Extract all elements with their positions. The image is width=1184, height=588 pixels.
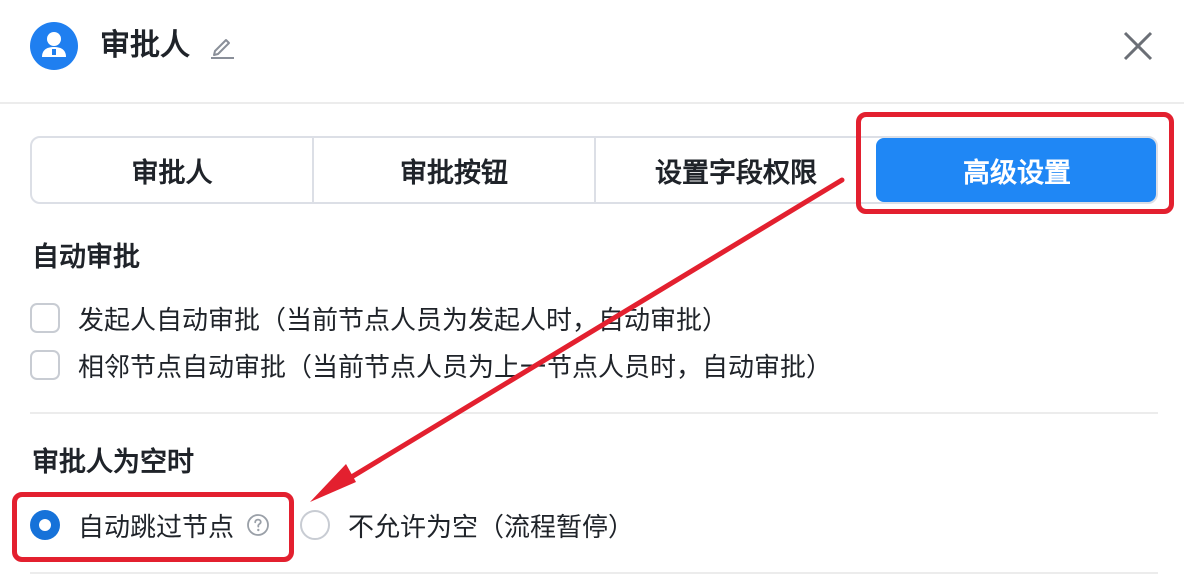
auto-approve-title: 自动审批: [32, 242, 140, 273]
tab-field-permissions[interactable]: 设置字段权限: [596, 138, 876, 202]
adjacent-auto-approve-label: 相邻节点自动审批（当前节点人员为上一节点人员时，自动审批）: [78, 352, 833, 383]
page-title: 审批人: [100, 28, 190, 63]
drawer-header: 审批人: [0, 0, 1184, 104]
initiator-auto-approve-label: 发起人自动审批（当前节点人员为发起人时，自动审批）: [78, 305, 729, 336]
pencil-icon[interactable]: [208, 32, 236, 60]
adjacent-auto-approve-option[interactable]: 相邻节点自动审批（当前节点人员为上一节点人员时，自动审批）: [30, 345, 832, 385]
initiator-auto-approve-checkbox[interactable]: [30, 303, 60, 333]
empty-approver-title: 审批人为空时: [32, 447, 194, 478]
section-divider: [30, 412, 1158, 414]
tab-approve-buttons[interactable]: 审批按钮: [314, 138, 596, 202]
not-allow-empty-label: 不允许为空（流程暂停）: [348, 512, 635, 543]
tab-approver[interactable]: 审批人: [32, 138, 314, 202]
initiator-auto-approve-option[interactable]: 发起人自动审批（当前节点人员为发起人时，自动审批）: [30, 298, 728, 338]
not-allow-empty-radio[interactable]: [300, 510, 330, 540]
adjacent-auto-approve-checkbox[interactable]: [30, 350, 60, 380]
user-circle-icon: [30, 22, 78, 70]
bottom-divider: [30, 572, 1158, 574]
not-allow-empty-option[interactable]: 不允许为空（流程暂停）: [300, 503, 634, 547]
annotation-box-auto-skip: [12, 492, 294, 562]
close-icon[interactable]: [1120, 28, 1156, 64]
annotation-box-advanced-tab: [856, 112, 1174, 214]
